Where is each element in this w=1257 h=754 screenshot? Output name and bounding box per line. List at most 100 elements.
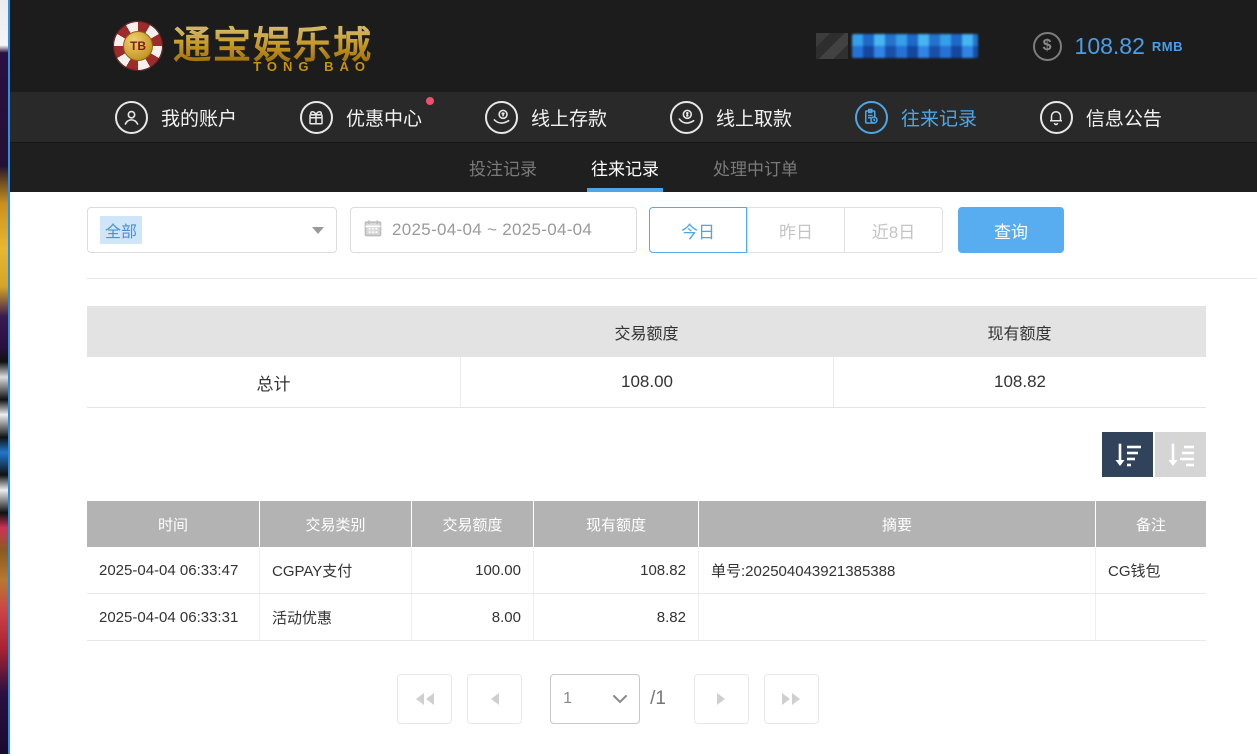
poker-chip-icon: TB bbox=[113, 21, 163, 71]
summary-table: 交易额度 现有额度 总计 108.00 108.82 bbox=[87, 306, 1206, 408]
double-right-icon bbox=[780, 691, 802, 707]
chevron-down-icon bbox=[312, 227, 324, 234]
nav-label: 线上取款 bbox=[716, 104, 792, 131]
nav-label: 优惠中心 bbox=[346, 104, 422, 131]
quick-btn-today[interactable]: 今日 bbox=[649, 207, 747, 253]
tab-processing-orders[interactable]: 处理中订单 bbox=[699, 143, 812, 192]
site-logo[interactable]: TB 通宝娱乐城 TONG BAO bbox=[113, 21, 373, 71]
background-art-border bbox=[8, 0, 10, 754]
nav-label: 信息公告 bbox=[1086, 104, 1162, 131]
cell-balance: 108.82 bbox=[533, 547, 698, 593]
cell-time: 2025-04-04 06:33:31 bbox=[87, 594, 259, 640]
next-page-button[interactable] bbox=[694, 674, 749, 724]
date-range-input[interactable]: 2025-04-04 ~ 2025-04-04 bbox=[350, 207, 637, 253]
summary-col-blank bbox=[87, 306, 460, 357]
avatar-redacted bbox=[816, 33, 848, 59]
nav-item-my-account[interactable]: 我的账户 bbox=[115, 101, 237, 134]
last-page-button[interactable] bbox=[764, 674, 819, 724]
nav-label: 线上存款 bbox=[531, 104, 607, 131]
records-table-header: 时间 交易类别 交易额度 现有额度 摘要 备注 bbox=[87, 501, 1206, 547]
cell-amount: 8.00 bbox=[411, 594, 533, 640]
nav-item-deposit[interactable]: 线上存款 bbox=[485, 101, 607, 134]
type-select-value: 全部 bbox=[100, 216, 142, 244]
sub-nav: 投注记录 往来记录 处理中订单 bbox=[10, 143, 1257, 192]
content-area: 全部 2025-04-04 ~ 2025-04-04 今日 昨日 近8日 查询 bbox=[10, 192, 1257, 724]
right-icon bbox=[715, 691, 727, 707]
summary-total-balance: 108.82 bbox=[833, 357, 1206, 407]
date-range-value: 2025-04-04 ~ 2025-04-04 bbox=[392, 220, 592, 240]
summary-table-header: 交易额度 现有额度 bbox=[87, 306, 1206, 357]
background-art-strip bbox=[0, 0, 8, 754]
nav-label: 我的账户 bbox=[161, 104, 237, 131]
col-transaction-amount: 交易额度 bbox=[411, 501, 533, 547]
gift-icon bbox=[300, 101, 333, 134]
balance-display[interactable]: $ 108.82 RMB bbox=[1033, 32, 1183, 61]
nav-item-records[interactable]: 往来记录 bbox=[855, 101, 977, 134]
search-button[interactable]: 查询 bbox=[958, 207, 1064, 253]
dollar-circle-icon: $ bbox=[1033, 32, 1062, 61]
balance-amount: 108.82 bbox=[1075, 33, 1145, 60]
chip-monogram: TB bbox=[123, 31, 153, 61]
tab-bet-records[interactable]: 投注记录 bbox=[455, 143, 551, 192]
first-page-button[interactable] bbox=[397, 674, 452, 724]
col-time: 时间 bbox=[87, 501, 259, 547]
sort-ascending-button[interactable] bbox=[1155, 432, 1206, 477]
sort-ascending-icon bbox=[1167, 442, 1195, 468]
summary-total-label: 总计 bbox=[87, 357, 460, 407]
header-right: $ 108.82 RMB bbox=[816, 32, 1183, 61]
col-summary: 摘要 bbox=[698, 501, 1095, 547]
section-divider bbox=[87, 278, 1257, 279]
cell-summary: 单号:202504043921385388 bbox=[698, 547, 1095, 593]
tab-transaction-records[interactable]: 往来记录 bbox=[577, 143, 673, 192]
pagination: 1 /1 bbox=[10, 674, 1129, 724]
cell-type: CGPAY支付 bbox=[259, 547, 411, 593]
col-note: 备注 bbox=[1095, 501, 1206, 547]
bell-icon bbox=[1040, 101, 1073, 134]
records-table: 时间 交易类别 交易额度 现有额度 摘要 备注 2025-04-04 06:33… bbox=[87, 501, 1206, 641]
double-left-icon bbox=[414, 691, 436, 707]
records-icon bbox=[855, 101, 888, 134]
logo-subtitle: TONG BAO bbox=[253, 59, 371, 74]
page-select-value: 1 bbox=[563, 690, 572, 708]
sort-controls bbox=[87, 432, 1206, 477]
sort-descending-button[interactable] bbox=[1102, 432, 1153, 477]
cell-note bbox=[1095, 594, 1206, 640]
quick-btn-last8days[interactable]: 近8日 bbox=[845, 207, 943, 253]
quick-date-group: 今日 昨日 近8日 bbox=[649, 207, 943, 253]
nav-item-promotions[interactable]: 优惠中心 bbox=[300, 101, 422, 134]
username-redacted bbox=[816, 33, 978, 59]
sort-descending-icon bbox=[1114, 442, 1142, 468]
chevron-down-icon bbox=[613, 695, 627, 704]
page-select[interactable]: 1 bbox=[550, 674, 640, 724]
summary-col-transaction-amount: 交易额度 bbox=[460, 306, 833, 357]
prev-page-button[interactable] bbox=[467, 674, 522, 724]
cell-balance: 8.82 bbox=[533, 594, 698, 640]
cell-amount: 100.00 bbox=[411, 547, 533, 593]
deposit-icon bbox=[485, 101, 518, 134]
col-transaction-type: 交易类别 bbox=[259, 501, 411, 547]
main-nav: 我的账户 优惠中心 线上存款 bbox=[10, 92, 1257, 143]
cell-summary bbox=[698, 594, 1095, 640]
notification-dot bbox=[426, 97, 434, 105]
logo-text: 通宝娱乐城 TONG BAO bbox=[173, 26, 373, 66]
app-container: TB 通宝娱乐城 TONG BAO $ 108.82 RMB bbox=[10, 0, 1257, 724]
calendar-icon bbox=[363, 218, 383, 243]
table-row: 2025-04-04 06:33:31 活动优惠 8.00 8.82 bbox=[87, 594, 1206, 641]
cell-time: 2025-04-04 06:33:47 bbox=[87, 547, 259, 593]
nav-item-announcements[interactable]: 信息公告 bbox=[1040, 101, 1162, 134]
col-current-balance: 现有额度 bbox=[533, 501, 698, 547]
summary-col-current-balance: 现有额度 bbox=[833, 306, 1206, 357]
cell-type: 活动优惠 bbox=[259, 594, 411, 640]
summary-total-row: 总计 108.00 108.82 bbox=[87, 357, 1206, 408]
username-blur-block bbox=[852, 34, 978, 58]
table-row: 2025-04-04 06:33:47 CGPAY支付 100.00 108.8… bbox=[87, 547, 1206, 594]
quick-btn-yesterday[interactable]: 昨日 bbox=[747, 207, 845, 253]
page-total: /1 bbox=[650, 688, 666, 710]
nav-label: 往来记录 bbox=[901, 104, 977, 131]
withdraw-icon bbox=[670, 101, 703, 134]
user-icon bbox=[115, 101, 148, 134]
nav-item-withdraw[interactable]: 线上取款 bbox=[670, 101, 792, 134]
summary-total-transaction: 108.00 bbox=[460, 357, 833, 407]
type-select[interactable]: 全部 bbox=[87, 207, 337, 253]
top-header: TB 通宝娱乐城 TONG BAO $ 108.82 RMB bbox=[10, 0, 1257, 92]
